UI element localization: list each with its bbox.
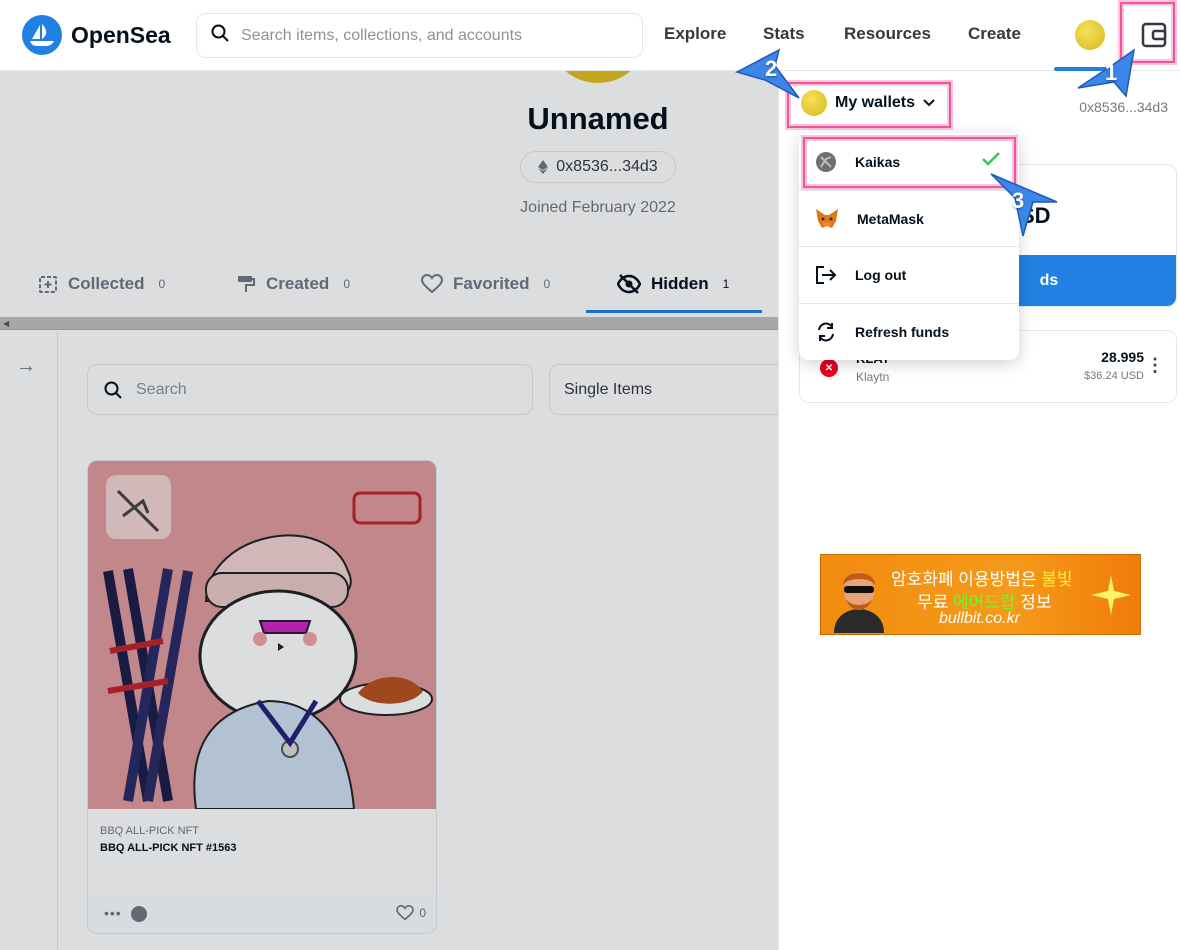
opensea-ship-icon	[22, 15, 62, 55]
search-icon	[211, 24, 229, 47]
banner-url: bullbit.co.kr	[939, 610, 1020, 627]
top-header: OpenSea Search items, collections, and a…	[0, 0, 1180, 71]
chevron-down-icon	[923, 99, 935, 107]
nav-create[interactable]: Create	[968, 24, 1021, 44]
wallet-switch-menu: Kaikas MetaMask Log out Refresh funds	[799, 133, 1019, 360]
menu-item-logout[interactable]: Log out	[799, 246, 1019, 303]
token-amount: 28.995	[1101, 349, 1144, 365]
banner-text: 정보	[1015, 593, 1052, 612]
banner-line-1: 암호화폐 이용방법은 불빛	[891, 565, 1073, 590]
opensea-logo[interactable]: OpenSea	[22, 15, 171, 55]
overlay-backdrop[interactable]	[0, 71, 778, 950]
menu-item-label: Log out	[855, 266, 907, 283]
menu-item-kaikas[interactable]: Kaikas	[799, 133, 1019, 190]
my-wallets-label: My wallets	[835, 94, 916, 111]
klay-token-icon: ✕	[820, 359, 838, 377]
nav-stats[interactable]: Stats	[763, 24, 805, 44]
token-more-icon[interactable]: ⋮	[1146, 355, 1164, 376]
brand-name: OpenSea	[71, 21, 171, 48]
token-usd-value: $36.24 USD	[1084, 370, 1144, 382]
global-search-input[interactable]: Search items, collections, and accounts	[196, 13, 643, 58]
menu-item-label: Refresh funds	[855, 323, 950, 340]
metamask-fox-icon	[816, 208, 838, 228]
profile-avatar-button[interactable]	[1075, 20, 1105, 50]
banner-highlight: 불빛	[1041, 570, 1073, 589]
search-placeholder: Search items, collections, and accounts	[241, 26, 523, 44]
active-indicator	[1054, 67, 1126, 71]
token-chain: Klaytn	[856, 370, 890, 384]
advertiser-avatar-icon	[834, 572, 884, 633]
total-balance-usd: SD	[1020, 203, 1051, 228]
logout-icon	[816, 265, 837, 284]
menu-item-refresh-funds[interactable]: Refresh funds	[799, 303, 1019, 360]
sparkle-icon	[1091, 575, 1131, 615]
wallet-avatar	[801, 90, 827, 116]
my-wallets-dropdown[interactable]: My wallets	[801, 90, 935, 116]
nav-explore[interactable]: Explore	[664, 24, 726, 44]
nav-resources[interactable]: Resources	[844, 24, 931, 44]
kaikas-icon	[816, 151, 836, 172]
wallet-button[interactable]	[1137, 17, 1170, 53]
wallet-icon	[1141, 22, 1166, 48]
banner-text: 암호화폐 이용방법은	[891, 570, 1042, 589]
bullbit-ad-banner[interactable]: 암호화폐 이용방법은 불빛 무료 에어드랍 정보 bullbit.co.kr	[820, 554, 1141, 635]
check-icon	[982, 152, 1000, 166]
wallet-address[interactable]: 0x8536...34d3	[1079, 99, 1168, 115]
menu-item-metamask[interactable]: MetaMask	[799, 190, 1019, 247]
refresh-icon	[818, 322, 834, 341]
menu-item-label: MetaMask	[857, 210, 924, 227]
